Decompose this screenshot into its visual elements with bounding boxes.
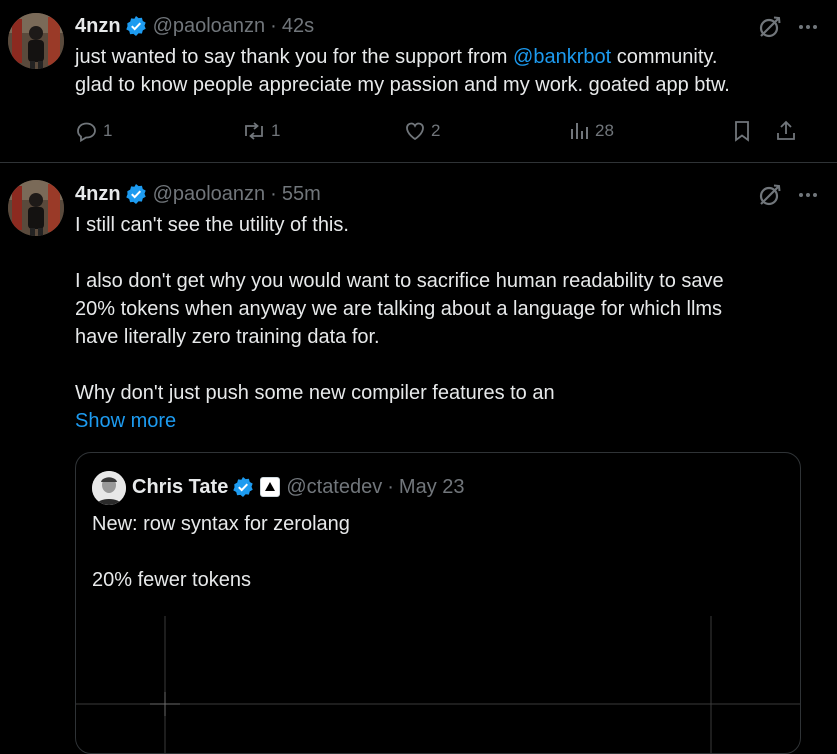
tweet-text: just wanted to say thank you for the sup… xyxy=(75,43,815,99)
quoted-tweet-header: Chris Tate @ctatedev · May 23 xyxy=(132,473,465,501)
quoted-tweet[interactable]: Chris Tate @ctatedev · May 23 New: row s… xyxy=(75,452,801,754)
avatar[interactable] xyxy=(92,471,126,505)
display-name[interactable]: 4nzn xyxy=(75,15,121,38)
repost-count: 1 xyxy=(271,121,281,140)
show-more-link[interactable]: Show more xyxy=(75,407,815,435)
tweet-top-actions xyxy=(757,14,819,40)
like-icon xyxy=(403,119,427,143)
bookmark-icon xyxy=(731,119,753,143)
quoted-media-preview[interactable] xyxy=(76,613,800,753)
tweet-text-line: glad to know people appreciate my passio… xyxy=(75,74,730,96)
mention-link[interactable]: @bankrbot xyxy=(513,46,611,68)
affiliate-badge-icon xyxy=(260,477,281,497)
verified-badge-icon xyxy=(232,476,254,498)
quoted-tweet-text-line: 20% fewer tokens xyxy=(92,569,251,591)
share-icon xyxy=(775,119,797,143)
display-name[interactable]: Chris Tate xyxy=(132,476,228,499)
like-button[interactable]: 2 xyxy=(403,116,440,146)
tweet-text-line: I also don't get why you would want to s… xyxy=(75,270,724,292)
separator: · xyxy=(387,475,394,498)
repost-button[interactable]: 1 xyxy=(241,116,280,146)
share-button[interactable] xyxy=(775,116,797,146)
tweet-text-line: have literally zero training data for. xyxy=(75,326,380,348)
views-count: 28 xyxy=(595,121,614,140)
text-fragment: just wanted to say thank you for the sup… xyxy=(75,46,514,68)
handle[interactable]: @paoloanzn xyxy=(153,183,266,206)
grok-icon[interactable] xyxy=(757,14,783,40)
tweet-1[interactable]: 4nzn @paoloanzn · 42s just wanted to say… xyxy=(0,0,837,162)
views-icon xyxy=(569,119,591,143)
more-icon[interactable] xyxy=(797,184,819,206)
tweet-text-line: I still can't see the utility of this. xyxy=(75,214,349,236)
verified-badge-icon xyxy=(125,15,147,37)
like-count: 2 xyxy=(431,121,441,140)
text-fragment: community. xyxy=(611,46,718,68)
separator: · xyxy=(270,14,277,37)
avatar[interactable] xyxy=(8,13,64,69)
bookmark-button[interactable] xyxy=(731,116,753,146)
avatar[interactable] xyxy=(8,180,64,236)
handle[interactable]: @paoloanzn xyxy=(153,15,266,38)
tweet-header: 4nzn @paoloanzn · 55m xyxy=(75,181,321,207)
reply-icon xyxy=(75,119,99,143)
more-icon[interactable] xyxy=(797,16,819,38)
timestamp[interactable]: 55m xyxy=(282,183,321,206)
views-button[interactable]: 28 xyxy=(569,116,614,146)
grok-icon[interactable] xyxy=(757,182,783,208)
display-name[interactable]: 4nzn xyxy=(75,183,121,206)
timestamp[interactable]: 42s xyxy=(282,15,314,38)
tweet-top-actions xyxy=(757,182,819,208)
repost-icon xyxy=(241,119,267,143)
tweet-text-line: just wanted to say thank you for the sup… xyxy=(75,43,815,71)
tweet-text-line: Why don't just push some new compiler fe… xyxy=(75,382,555,404)
verified-badge-icon xyxy=(125,183,147,205)
timestamp[interactable]: May 23 xyxy=(399,476,465,499)
action-bar: 1 1 2 28 xyxy=(75,116,805,146)
tweet-header: 4nzn @paoloanzn · 42s xyxy=(75,13,314,39)
tweet-text-line: 20% tokens when anyway we are talking ab… xyxy=(75,298,723,320)
quoted-tweet-text-line: New: row syntax for zerolang xyxy=(92,513,350,535)
reply-count: 1 xyxy=(103,121,113,140)
tweet-text: I still can't see the utility of this. I… xyxy=(75,211,815,435)
separator: · xyxy=(270,182,277,205)
reply-button[interactable]: 1 xyxy=(75,116,112,146)
handle[interactable]: @ctatedev xyxy=(286,476,382,499)
